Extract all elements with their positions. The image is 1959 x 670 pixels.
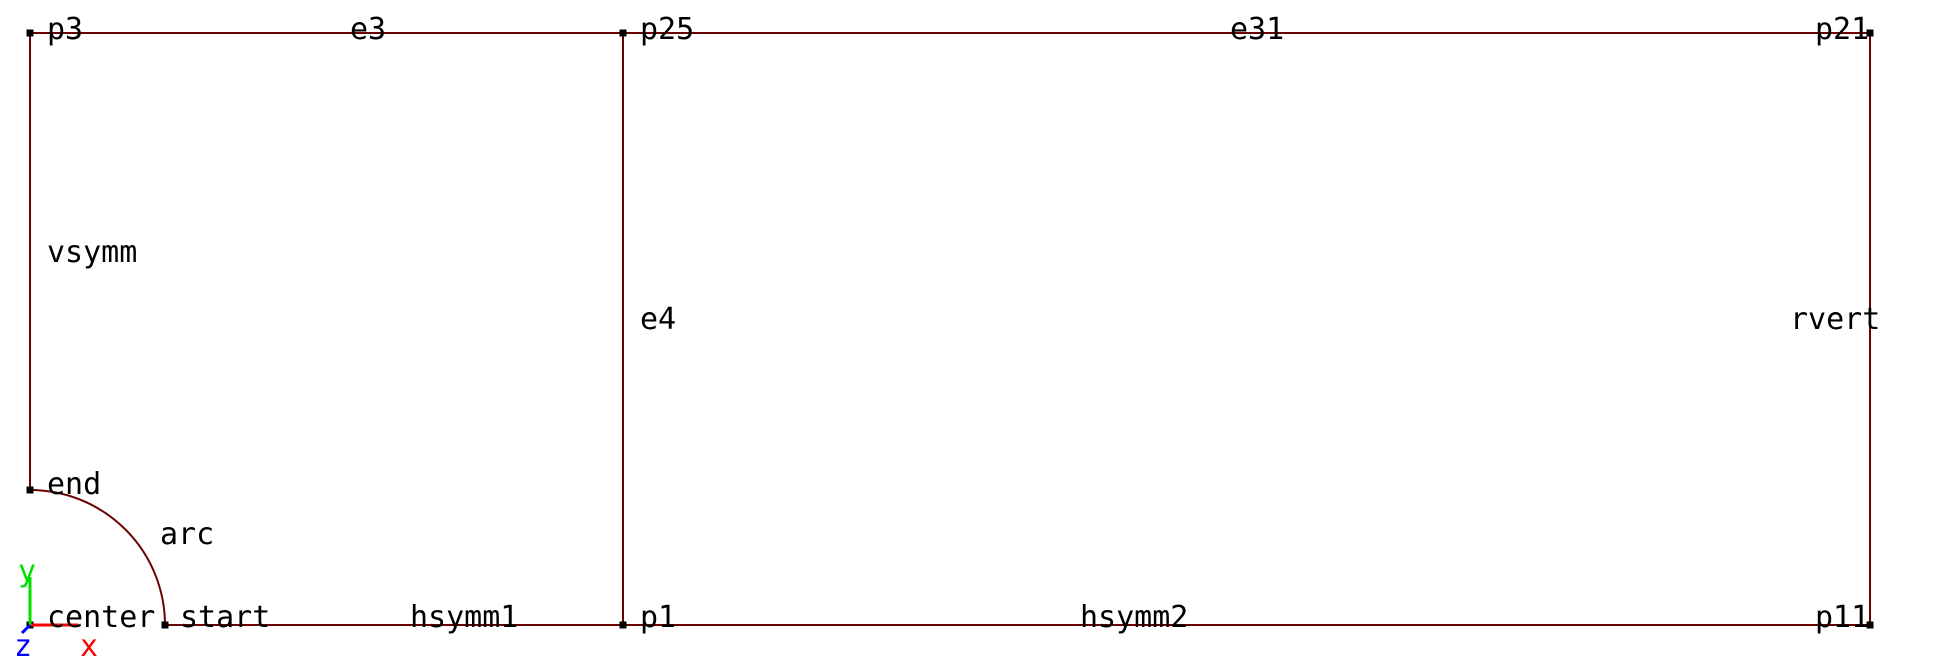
label-p21: p21 xyxy=(1815,15,1869,45)
label-e3: e3 xyxy=(350,15,386,45)
label-hsymm2: hsymm2 xyxy=(1080,603,1188,633)
geometry-canvas xyxy=(0,0,1959,670)
point-p3 xyxy=(27,30,34,37)
label-start: start xyxy=(180,603,270,633)
axis-y-label: y xyxy=(18,557,36,587)
label-arc: arc xyxy=(160,520,214,550)
label-e31: e31 xyxy=(1230,15,1284,45)
label-center: center xyxy=(47,603,155,633)
point-end xyxy=(27,487,34,494)
label-e4: e4 xyxy=(640,305,676,335)
label-p25: p25 xyxy=(640,15,694,45)
label-hsymm1: hsymm1 xyxy=(410,603,518,633)
label-p11: p11 xyxy=(1815,603,1869,633)
label-end: end xyxy=(47,470,101,500)
label-p1: p1 xyxy=(640,603,676,633)
axis-z-label: z xyxy=(14,632,32,662)
point-p1 xyxy=(620,622,627,629)
label-vsymm: vsymm xyxy=(47,238,137,268)
label-p3: p3 xyxy=(47,15,83,45)
label-rvert: rvert xyxy=(1790,305,1880,335)
point-start xyxy=(162,622,169,629)
axis-x-label: x xyxy=(80,632,98,662)
point-p25 xyxy=(620,30,627,37)
